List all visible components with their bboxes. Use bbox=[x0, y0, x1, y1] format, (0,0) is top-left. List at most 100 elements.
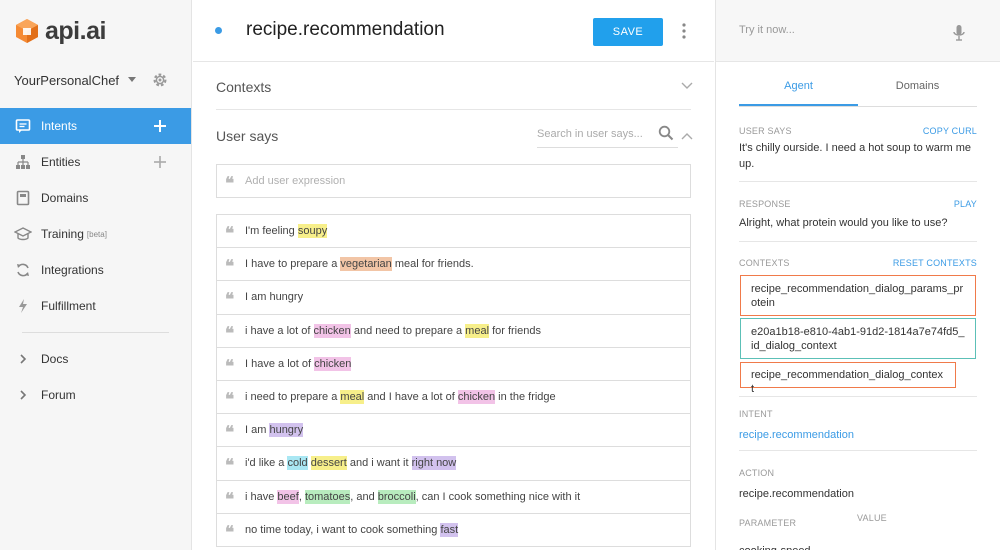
expression-row[interactable]: ❝ I am hungry bbox=[217, 281, 690, 315]
expression-row[interactable]: ❝ I am hungry bbox=[217, 414, 690, 448]
sidebar-item-entities[interactable]: Entities bbox=[0, 144, 191, 180]
entity-annotation[interactable]: right now bbox=[411, 456, 457, 471]
quote-icon: ❝ bbox=[225, 522, 235, 542]
expression-segment: no time today, i want to cook something bbox=[245, 523, 441, 536]
expression-row[interactable]: ❝ i'd like a cold dessert and i want it r… bbox=[217, 447, 690, 481]
sidebar-item-fulfillment[interactable]: Fulfillment bbox=[0, 288, 191, 324]
entity-annotation[interactable]: chicken bbox=[313, 323, 351, 338]
sync-icon bbox=[14, 261, 32, 279]
expression-row[interactable]: ❝ no time today, i want to cook something… bbox=[217, 514, 690, 547]
intent-title[interactable]: recipe.recommendation bbox=[246, 19, 445, 41]
chevron-down-icon[interactable] bbox=[681, 82, 693, 90]
expression-text[interactable]: i have beef, tomatoes, and broccoli, can… bbox=[245, 489, 581, 504]
entity-annotation[interactable]: fast bbox=[440, 522, 459, 537]
quote-icon: ❝ bbox=[225, 290, 235, 310]
parameter-label: PARAMETER bbox=[739, 518, 797, 528]
agent-selector[interactable]: YourPersonalChef bbox=[0, 62, 191, 98]
expression-text[interactable]: I have to prepare a vegetarian meal for … bbox=[245, 257, 474, 272]
entity-annotation[interactable]: cold bbox=[287, 456, 308, 471]
user-says-section: User says bbox=[216, 110, 693, 158]
gear-icon[interactable] bbox=[151, 71, 169, 89]
quote-icon: ❝ bbox=[225, 224, 235, 244]
entity-annotation[interactable]: dessert bbox=[310, 456, 347, 471]
copy-curl-link[interactable]: COPY CURL bbox=[923, 126, 977, 136]
quote-icon: ❝ bbox=[225, 174, 235, 193]
add-entity-icon[interactable] bbox=[152, 154, 168, 170]
context-chip[interactable]: recipe_recommendation_dialog_params_prot… bbox=[740, 275, 976, 316]
sidebar-item-integrations[interactable]: Integrations bbox=[0, 252, 191, 288]
test-console: Agent Domains USER SAYS COPY CURL It's c… bbox=[715, 0, 1000, 550]
sidebar-item-label: Fulfillment bbox=[41, 299, 96, 313]
sidebar-item-label: Forum bbox=[41, 388, 76, 402]
quote-icon: ❝ bbox=[225, 489, 235, 509]
add-expression-input[interactable] bbox=[245, 175, 645, 187]
expression-text[interactable]: I am hungry bbox=[245, 291, 303, 303]
microphone-icon[interactable] bbox=[952, 24, 966, 42]
divider bbox=[739, 396, 977, 397]
parameter-block: PARAMETER VALUE cooking-speed bbox=[739, 513, 977, 550]
entity-annotation[interactable]: meal bbox=[340, 390, 365, 405]
entity-annotation[interactable]: beef bbox=[277, 489, 299, 504]
expression-row[interactable]: ❝ i have a lot of chicken and need to pre… bbox=[217, 315, 690, 348]
sidebar-item-label: Domains bbox=[41, 191, 89, 205]
context-chip[interactable]: recipe_recommendation_dialog_context bbox=[740, 362, 956, 395]
intent-link[interactable]: recipe.recommendation bbox=[739, 429, 977, 441]
add-intent-icon[interactable] bbox=[152, 118, 168, 134]
sidebar-item-training[interactable]: Training [beta] bbox=[0, 216, 191, 252]
entity-annotation[interactable]: soupy bbox=[297, 224, 328, 239]
contexts-section[interactable]: Contexts bbox=[216, 62, 693, 110]
parameter-value: cooking-speed bbox=[739, 543, 977, 550]
add-expression-box: ❝ bbox=[216, 164, 691, 198]
sidebar-item-label: Intents bbox=[41, 119, 78, 133]
entity-annotation[interactable]: tomatoes bbox=[304, 489, 351, 504]
entity-annotation[interactable]: broccoli bbox=[377, 489, 416, 504]
chevron-right-icon bbox=[14, 350, 32, 368]
sidebar-item-domains[interactable]: Domains bbox=[0, 180, 191, 216]
caret-down-icon[interactable] bbox=[128, 77, 136, 82]
expression-segment: and I have a lot of bbox=[364, 391, 458, 404]
expression-text[interactable]: I am hungry bbox=[245, 423, 304, 438]
expression-segment: , can I cook something nice with it bbox=[415, 490, 581, 503]
chat-bubble-icon bbox=[14, 117, 32, 135]
save-button[interactable]: SAVE bbox=[593, 18, 663, 46]
entity-annotation[interactable]: vegetarian bbox=[340, 257, 392, 272]
logo[interactable]: api.ai bbox=[0, 0, 191, 62]
chevron-right-icon bbox=[14, 386, 32, 404]
quote-icon: ❝ bbox=[225, 390, 235, 410]
expression-text[interactable]: i have a lot of chicken and need to prep… bbox=[245, 323, 541, 338]
try-it-input[interactable] bbox=[739, 24, 939, 36]
search-icon[interactable] bbox=[658, 125, 674, 141]
action-value: recipe.recommendation bbox=[739, 488, 854, 500]
sidebar: api.ai YourPersonalChef Intents Entities bbox=[0, 0, 192, 550]
expression-text[interactable]: no time today, i want to cook something … bbox=[245, 522, 459, 537]
tab-domains[interactable]: Domains bbox=[858, 70, 977, 106]
action-label: ACTION bbox=[739, 468, 775, 478]
reset-contexts-link[interactable]: RESET CONTEXTS bbox=[893, 258, 977, 268]
expression-row[interactable]: ❝ i need to prepare a meal and I have a l… bbox=[217, 381, 690, 415]
response-text: Alright, what protein would you like to … bbox=[739, 217, 948, 229]
play-link[interactable]: PLAY bbox=[954, 199, 977, 209]
context-chip[interactable]: e20a1b18-e810-4ab1-91d2-1814a7e74fd5_id_… bbox=[740, 318, 976, 359]
expression-segment: i have a lot of bbox=[245, 324, 314, 337]
entity-annotation[interactable]: chicken bbox=[314, 356, 352, 371]
sidebar-item-forum[interactable]: Forum bbox=[0, 377, 191, 413]
entity-annotation[interactable]: meal bbox=[465, 323, 490, 338]
expression-row[interactable]: ❝ i have beef, tomatoes, and broccoli, ca… bbox=[217, 481, 690, 514]
expression-text[interactable]: i'd like a cold dessert and i want it ri… bbox=[245, 456, 457, 471]
sidebar-item-docs[interactable]: Docs bbox=[0, 341, 191, 377]
expression-segment: I have to prepare a bbox=[245, 258, 341, 271]
sidebar-item-intents[interactable]: Intents bbox=[0, 108, 191, 144]
expression-row[interactable]: ❝ I have to prepare a vegetarian meal for… bbox=[217, 248, 690, 282]
quote-icon: ❝ bbox=[225, 456, 235, 476]
tab-agent[interactable]: Agent bbox=[739, 70, 858, 106]
entity-annotation[interactable]: hungry bbox=[269, 423, 304, 438]
search-input[interactable] bbox=[537, 128, 647, 140]
expression-text[interactable]: I'm feeling soupy bbox=[245, 224, 328, 239]
expression-text[interactable]: i need to prepare a meal and I have a lo… bbox=[245, 390, 556, 405]
chevron-up-icon[interactable] bbox=[681, 132, 693, 140]
expression-text[interactable]: I have a lot of chicken bbox=[245, 356, 352, 371]
expression-row[interactable]: ❝ I have a lot of chicken bbox=[217, 348, 690, 381]
expression-row[interactable]: ❝ I'm feeling soupy bbox=[217, 215, 690, 249]
more-options-icon[interactable] bbox=[678, 22, 690, 40]
entity-annotation[interactable]: chicken bbox=[457, 390, 496, 405]
